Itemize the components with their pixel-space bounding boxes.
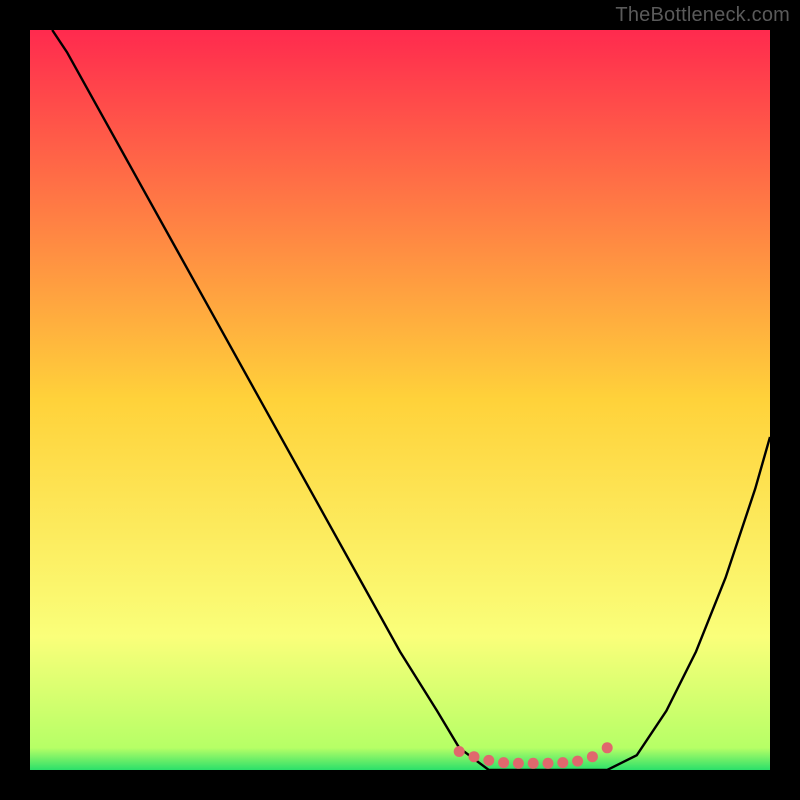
optimal-dot (587, 751, 598, 762)
watermark-text: TheBottleneck.com (615, 4, 790, 27)
optimal-dot (602, 742, 613, 753)
optimal-dot (483, 755, 494, 766)
gradient-background (30, 30, 770, 770)
optimal-dot (454, 746, 465, 757)
optimal-dot (469, 751, 480, 762)
optimal-dot (557, 757, 568, 768)
optimal-dot (498, 757, 509, 768)
chart-svg (30, 30, 770, 770)
optimal-dot (572, 756, 583, 767)
optimal-dot (543, 758, 554, 769)
chart-frame: TheBottleneck.com (0, 0, 800, 800)
optimal-dot (513, 758, 524, 769)
optimal-dot (528, 758, 539, 769)
plot-area (30, 30, 770, 770)
